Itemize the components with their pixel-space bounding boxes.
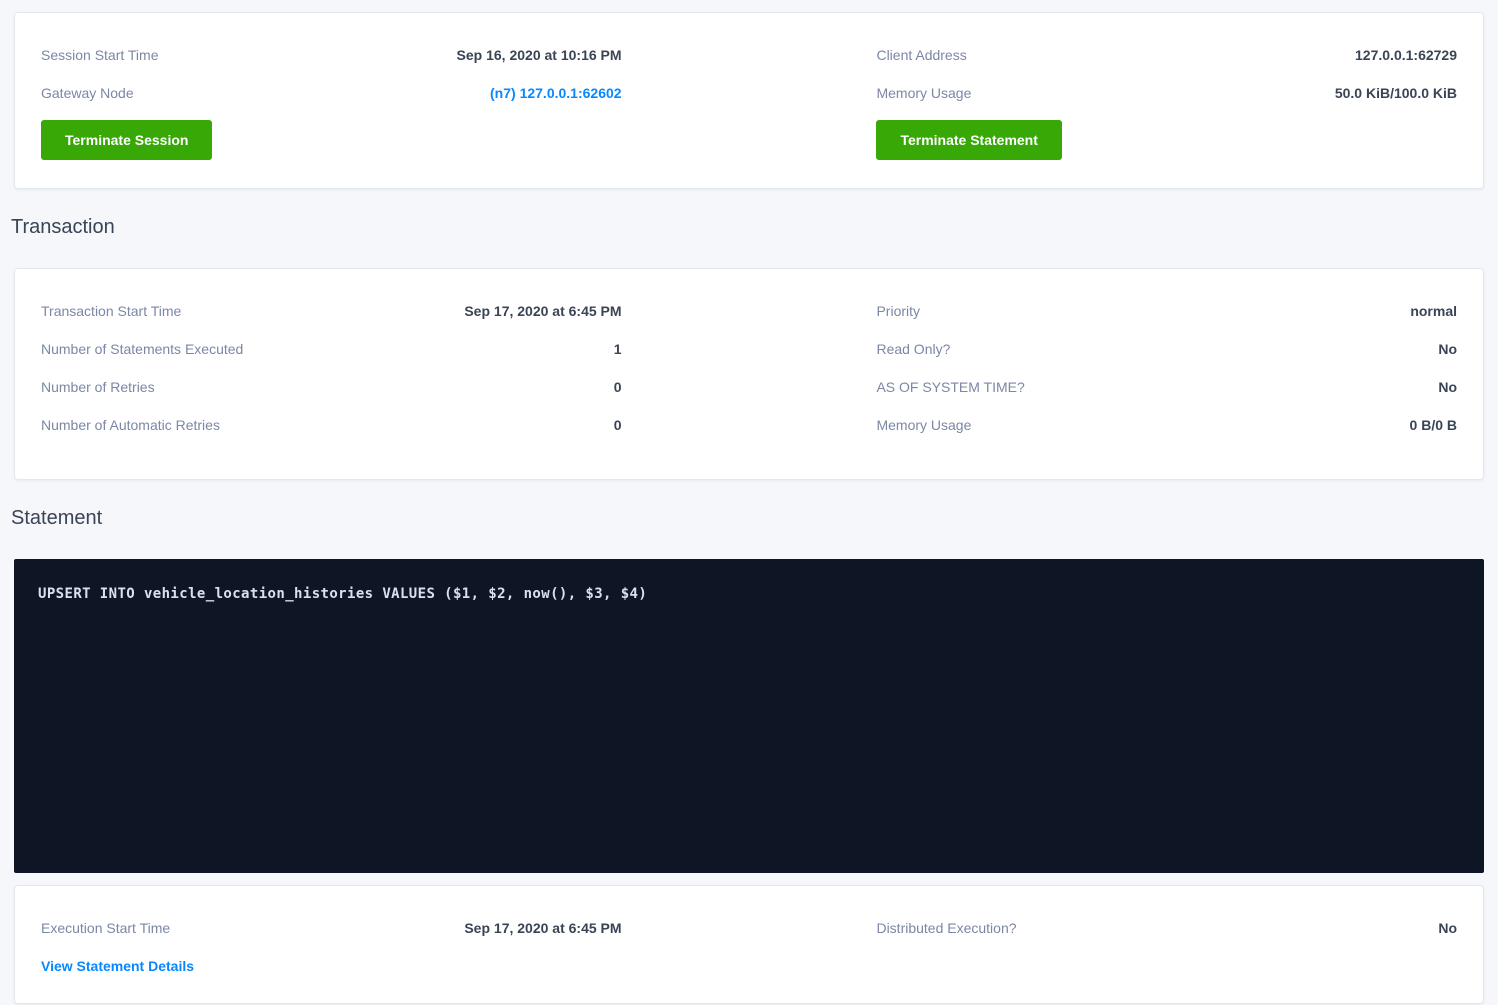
read-only-row: Read Only? No [876, 330, 1457, 368]
session-start-time-label: Session Start Time [41, 47, 159, 63]
transaction-memory-usage-label: Memory Usage [876, 417, 971, 433]
session-summary-card: Session Start Time Sep 16, 2020 at 10:16… [14, 12, 1484, 189]
terminate-statement-button[interactable]: Terminate Statement [876, 120, 1061, 160]
automatic-retries-value: 0 [614, 417, 622, 433]
automatic-retries-label: Number of Automatic Retries [41, 417, 220, 433]
automatic-retries-row: Number of Automatic Retries 0 [41, 406, 622, 444]
transaction-memory-usage-row: Memory Usage 0 B/0 B [876, 406, 1457, 444]
retries-value: 0 [614, 379, 622, 395]
session-start-time-row: Session Start Time Sep 16, 2020 at 10:16… [41, 36, 622, 74]
statement-sql-text: UPSERT INTO vehicle_location_histories V… [38, 586, 1460, 602]
execution-start-time-label: Execution Start Time [41, 920, 170, 936]
read-only-value: No [1438, 341, 1457, 357]
read-only-label: Read Only? [876, 341, 950, 357]
distributed-execution-label: Distributed Execution? [876, 920, 1016, 936]
session-memory-usage-value: 50.0 KiB/100.0 KiB [1335, 85, 1457, 101]
session-summary-right-column: Client Address 127.0.0.1:62729 Memory Us… [876, 36, 1457, 160]
gateway-node-label: Gateway Node [41, 85, 134, 101]
client-address-value: 127.0.0.1:62729 [1355, 47, 1457, 63]
priority-value: normal [1410, 303, 1457, 319]
statements-executed-value: 1 [614, 341, 622, 357]
priority-label: Priority [876, 303, 920, 319]
statements-executed-label: Number of Statements Executed [41, 341, 243, 357]
as-of-system-time-value: No [1438, 379, 1457, 395]
as-of-system-time-row: AS OF SYSTEM TIME? No [876, 368, 1457, 406]
transaction-section-heading: Transaction [11, 215, 1484, 239]
transaction-memory-usage-value: 0 B/0 B [1410, 417, 1457, 433]
session-start-time-value: Sep 16, 2020 at 10:16 PM [457, 47, 622, 63]
client-address-label: Client Address [876, 47, 966, 63]
retries-label: Number of Retries [41, 379, 155, 395]
transaction-right-column: Priority normal Read Only? No AS OF SYST… [876, 292, 1457, 444]
terminate-session-button[interactable]: Terminate Session [41, 120, 212, 160]
session-summary-left-column: Session Start Time Sep 16, 2020 at 10:16… [41, 36, 622, 160]
session-details-page: Session Start Time Sep 16, 2020 at 10:16… [0, 0, 1498, 1004]
execution-right-column: Distributed Execution? No [876, 909, 1457, 985]
execution-start-time-value: Sep 17, 2020 at 6:45 PM [464, 920, 621, 936]
transaction-card: Transaction Start Time Sep 17, 2020 at 6… [14, 268, 1484, 480]
view-statement-details-row: View Statement Details [41, 947, 622, 985]
distributed-execution-row: Distributed Execution? No [876, 909, 1457, 947]
statements-executed-row: Number of Statements Executed 1 [41, 330, 622, 368]
session-memory-usage-label: Memory Usage [876, 85, 971, 101]
statement-section-heading: Statement [11, 506, 1484, 530]
execution-left-column: Execution Start Time Sep 17, 2020 at 6:4… [41, 909, 622, 985]
execution-start-time-row: Execution Start Time Sep 17, 2020 at 6:4… [41, 909, 622, 947]
transaction-start-time-row: Transaction Start Time Sep 17, 2020 at 6… [41, 292, 622, 330]
gateway-node-row: Gateway Node (n7) 127.0.0.1:62602 [41, 74, 622, 112]
client-address-row: Client Address 127.0.0.1:62729 [876, 36, 1457, 74]
priority-row: Priority normal [876, 292, 1457, 330]
transaction-start-time-label: Transaction Start Time [41, 303, 181, 319]
retries-row: Number of Retries 0 [41, 368, 622, 406]
statement-sql-box: UPSERT INTO vehicle_location_histories V… [14, 559, 1484, 873]
session-memory-usage-row: Memory Usage 50.0 KiB/100.0 KiB [876, 74, 1457, 112]
view-statement-details-link[interactable]: View Statement Details [41, 958, 194, 974]
as-of-system-time-label: AS OF SYSTEM TIME? [876, 379, 1024, 395]
transaction-start-time-value: Sep 17, 2020 at 6:45 PM [464, 303, 621, 319]
distributed-execution-value: No [1438, 920, 1457, 936]
transaction-left-column: Transaction Start Time Sep 17, 2020 at 6… [41, 292, 622, 444]
execution-card: Execution Start Time Sep 17, 2020 at 6:4… [14, 885, 1484, 1004]
gateway-node-link[interactable]: (n7) 127.0.0.1:62602 [490, 85, 622, 101]
